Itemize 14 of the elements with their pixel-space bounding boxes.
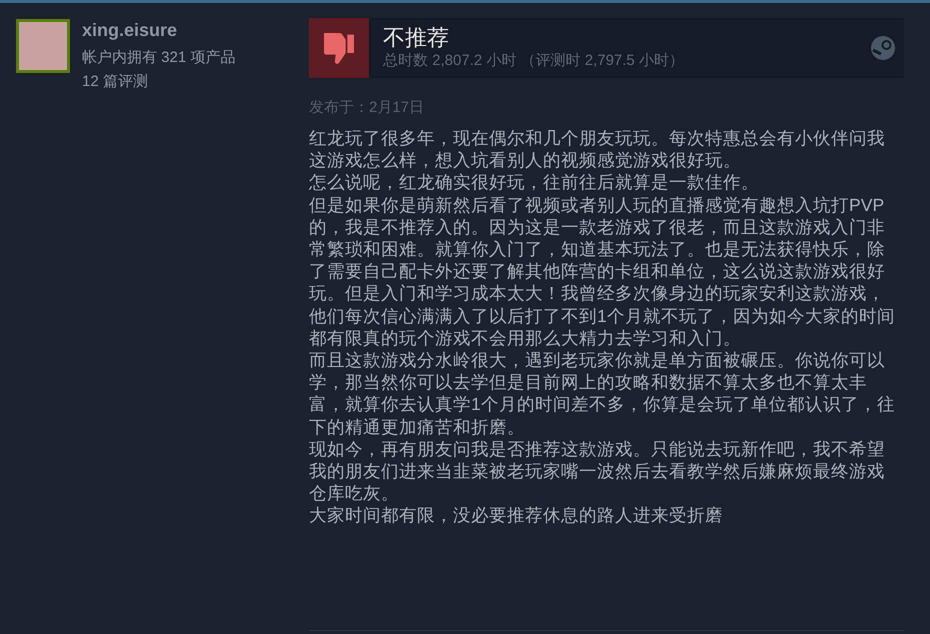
products-count: 帐户内拥有 321 项产品	[82, 48, 236, 68]
posted-date: 发布于：2月17日	[309, 98, 426, 118]
avatar-picture[interactable]	[16, 19, 70, 73]
steam-logo-icon	[870, 35, 896, 61]
playtime-text: 总时数 2,807.2 小时 （评测时 2,797.5 小时）	[383, 51, 685, 71]
review-paragraph: 红龙玩了很多年，现在偶尔和几个朋友玩玩。每次特惠总会有小伙伴问我这游戏怎么样，想入坑看别人的视频感觉游戏很好玩。	[309, 127, 886, 172]
review-paragraph: 但是如果你是萌新然后看了视频或者别人玩的直播感觉有趣想入坑打PVP的，我是不推荐入的。因为这是一款老游戏了很老，而且这款游戏入门非常繁琐和困难。就算你入门了，知道基本玩法了。也是无法获得快乐，除了需要自己配卡外还要了解其他阵营的卡组和单位，这么说这款游戏很好玩。但是入门和学习成本太大！我曾经多次像身边的玩家安利这款游戏，他们每次信心满满入了以后打了不到1个月就不玩了，因为如今大家的时间都有限真的玩个游戏不会用那么大精力去学习和入门。	[309, 194, 896, 350]
review-paragraph: 大家时间都有限，没必要推荐休息的路人进来受折磨	[309, 504, 724, 527]
review-paragraph: 现如今，再有朋友问我是否推荐这款游戏。只能说去玩新作吧，我不希望我的朋友们进来当韭菜被老玩家嘴一波然后去看教学然后嫌麻烦最终游戏仓库吃灰。	[309, 438, 886, 504]
review-paragraph: 怎么说呢，红龙确实很好玩，往前往后就算是一款佳作。	[309, 171, 760, 194]
reviewer-name[interactable]: xing.eisure	[82, 19, 236, 41]
reviews-count: 12 篇评测	[82, 72, 149, 92]
review-paragraph: 而且这款游戏分水岭很大，遇到老玩家你就是单方面被碾压。你说你可以学，那当然你可以去学但是目前网上的攻略和数据不算太多也不算太丰富，就算你去认真学1个月的时间差不多，你算是会玩了单位都认识了，往下的精通更加痛苦和折磨。	[309, 349, 896, 438]
verdict-title: 不推荐	[383, 25, 450, 51]
